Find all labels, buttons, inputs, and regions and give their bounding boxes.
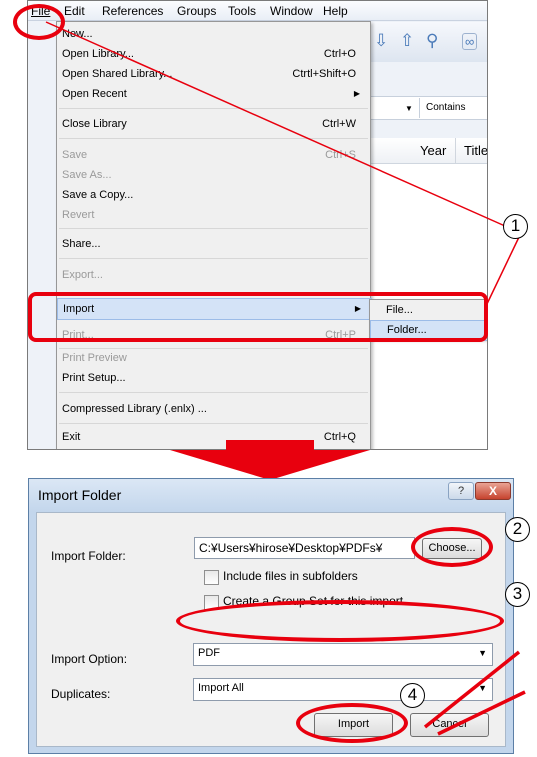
step-1-badge: 1 — [503, 214, 528, 239]
choose-highlight — [411, 527, 493, 567]
step-3-badge: 3 — [505, 582, 530, 607]
import-folder-highlight — [28, 292, 488, 342]
import-option-highlight — [176, 600, 504, 642]
file-menu-highlight — [13, 4, 65, 40]
step-4-badge: 4 — [400, 683, 425, 708]
import-button-highlight — [296, 703, 408, 743]
step-2-badge: 2 — [505, 517, 530, 542]
annotation-lines — [45, 21, 526, 736]
